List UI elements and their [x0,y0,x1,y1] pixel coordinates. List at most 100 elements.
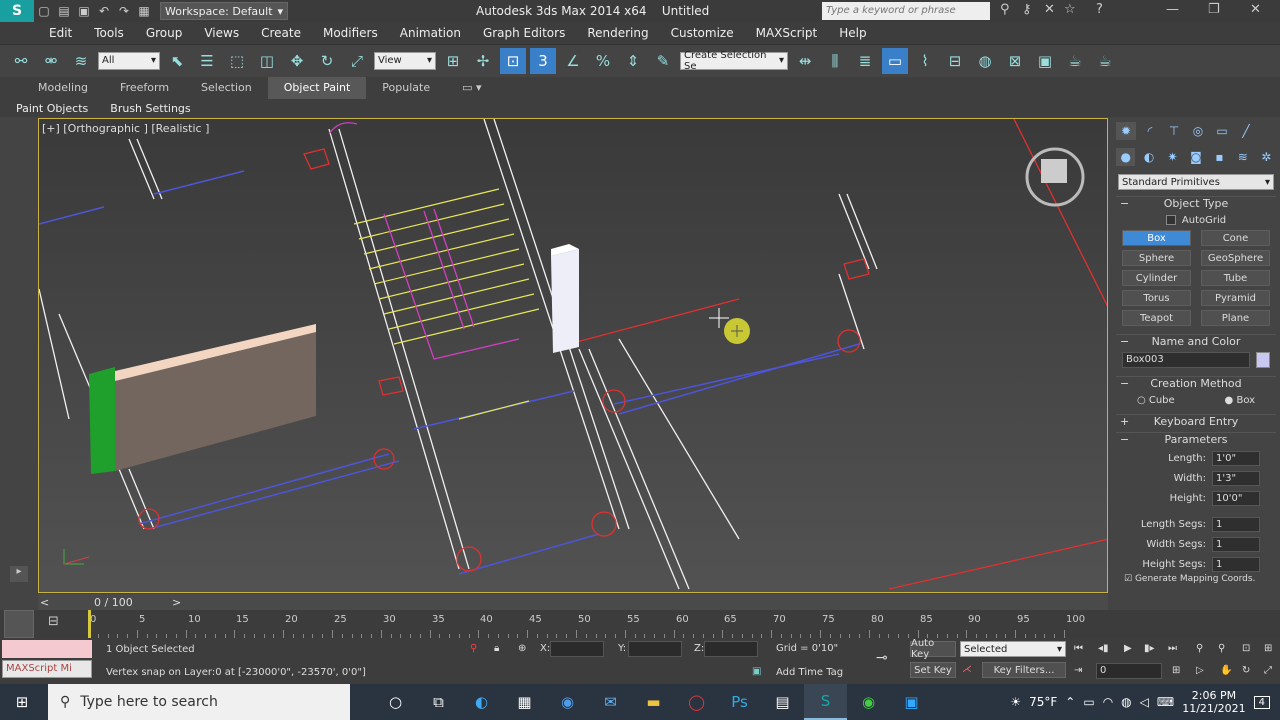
expand-arrow-icon[interactable]: ▸ [10,566,28,582]
box-radio[interactable]: ● Box [1225,395,1256,406]
teapot-button[interactable]: Teapot [1122,310,1191,326]
lock-selection-icon[interactable]: 🔒︎ [494,643,499,654]
current-frame-marker[interactable] [88,610,91,638]
length-spinner[interactable]: 1'0" [1212,450,1260,466]
opera-icon[interactable]: ◯ [675,684,718,720]
track-bar[interactable]: ⊟ 0 5 10 15 20 25 30 35 40 45 50 55 60 65 70 75 80 85 90 95… [0,610,1280,638]
time-next-icon[interactable]: > [172,596,181,609]
tab-freeform[interactable]: Freeform [104,77,185,99]
orbit-icon[interactable]: ↻ [1242,665,1250,676]
reference-coordinate-dropdown[interactable]: View ▾ [374,51,436,70]
edge-icon[interactable]: ◐ [460,684,503,720]
width-segs-spinner[interactable]: 1 [1212,536,1260,552]
menu-edit[interactable]: Edit [38,26,83,40]
zoom-all-icon[interactable]: ⚲ [1218,643,1225,654]
height-spinner[interactable]: 10'0" [1212,490,1260,506]
mail-icon[interactable]: ✉ [589,684,632,720]
rendered-frame-icon[interactable]: ▣ [1032,48,1058,74]
tab-object-paint[interactable]: Object Paint [267,77,367,99]
mini-curve-icon[interactable] [4,610,34,638]
menu-modifiers[interactable]: Modifiers [312,26,389,40]
key-icon[interactable]: ⚷ [1022,2,1032,17]
z-coordinate-field[interactable] [704,641,758,657]
auto-key-button[interactable]: Auto Key [910,638,956,660]
windows-start-icon[interactable]: ⊞ [0,684,44,720]
weather-icon[interactable]: ☀ [1010,695,1021,709]
play-icon[interactable]: ▶ [1124,643,1132,654]
maxscript-mini-listener[interactable]: MAXScript Mi [2,660,92,678]
rollout-parameters[interactable]: − Parameters [1116,432,1276,446]
maximize-viewport-icon[interactable]: ⤢ [1264,665,1272,676]
set-key-icon[interactable]: ⋌ [962,664,972,675]
set-key-button[interactable]: Set Key [910,662,956,678]
menu-help[interactable]: Help [828,26,877,40]
star-icon[interactable]: ☆ [1064,2,1076,17]
cone-button[interactable]: Cone [1201,230,1270,246]
keyboard-shortcut-override-icon[interactable]: ⊡ [500,47,526,74]
rollout-object-type[interactable]: − Object Type [1116,196,1276,210]
window-crossing-icon[interactable]: ◫ [254,48,280,74]
ribbon-toggle-icon[interactable]: ▭ [882,47,908,74]
keyboard-icon[interactable]: ⌨ [1157,695,1174,709]
pivot-center-icon[interactable]: ⊞ [440,48,466,74]
rotate-icon[interactable]: ↻ [314,48,340,74]
rollout-name-and-color[interactable]: − Name and Color [1116,334,1276,348]
tube-button[interactable]: Tube [1201,270,1270,286]
save-icon[interactable]: ▣ [74,2,94,20]
absolute-mode-icon[interactable]: ⊕ [518,643,526,654]
binoculars-icon[interactable]: ⚲ [1000,2,1010,17]
zoom-extents-all-icon[interactable]: ⊞ [1264,643,1272,654]
isolate-icon[interactable]: ⚲ [470,643,477,654]
go-to-end-icon[interactable]: ⏭ [1168,643,1177,654]
taskbar-search-input[interactable]: ⚲ Type here to search [48,684,350,720]
zoom-extents-icon[interactable]: ⊡ [1242,643,1250,654]
geosphere-button[interactable]: GeoSphere [1201,250,1270,266]
object-name-input[interactable]: Box003 [1122,352,1250,368]
menu-maxscript[interactable]: MAXScript [745,26,829,40]
torus-button[interactable]: Torus [1122,290,1191,306]
helpers-icon[interactable]: ▪ [1210,148,1229,166]
layer-manager-icon[interactable]: ≣ [852,48,878,74]
select-manipulate-icon[interactable]: ✢ [470,48,496,74]
files-icon[interactable]: ▤ [761,684,804,720]
render-setup-icon[interactable]: ⊠ [1002,48,1028,74]
time-tag-icon[interactable]: ▣ [752,666,761,677]
project-folder-icon[interactable]: ▦ [134,2,154,20]
clock[interactable]: 2:06 PM 11/21/2021 [1182,689,1245,715]
time-config-icon[interactable]: ⊞ [1172,665,1180,676]
ribbon-options-icon[interactable]: ▭ ▾ [446,77,497,99]
height-segs-spinner[interactable]: 1 [1212,556,1260,572]
tab-populate[interactable]: Populate [366,77,446,99]
cortana-icon[interactable]: ○ [374,684,417,720]
menu-create[interactable]: Create [250,26,312,40]
spinner-snap-icon[interactable]: ⇕ [620,48,646,74]
filter-icon[interactable]: ⊟ [48,614,68,634]
align-icon[interactable]: ⫼ [822,48,848,74]
key-mode-icon[interactable]: ⊸ [876,650,888,666]
undo-icon[interactable]: ↶ [94,2,114,20]
minimize-icon[interactable]: — [1166,2,1179,17]
display-panel-icon[interactable]: ▭ [1212,122,1232,140]
material-editor-icon[interactable]: ◍ [972,48,998,74]
menu-rendering[interactable]: Rendering [576,26,659,40]
redo-icon[interactable]: ↷ [114,2,134,20]
add-time-tag[interactable]: Add Time Tag [776,667,843,678]
open-file-icon[interactable]: ▤ [54,2,74,20]
menu-tools[interactable]: Tools [83,26,135,40]
bind-space-warp-icon[interactable]: ≋ [68,48,94,74]
modify-panel-icon[interactable]: ◜ [1140,122,1160,140]
space-warps-icon[interactable]: ≋ [1233,148,1252,166]
key-filters-button[interactable]: Key Filters... [982,662,1066,678]
curve-editor-icon[interactable]: ⌇ [912,48,938,74]
render-production-icon[interactable]: ☕ [1062,48,1088,74]
chrome-icon[interactable]: ◉ [847,684,890,720]
panel-paint-objects[interactable]: Paint Objects [10,102,94,115]
systems-icon[interactable]: ✲ [1257,148,1276,166]
store-icon[interactable]: ▦ [503,684,546,720]
notification-icon[interactable]: 4 [1253,695,1270,709]
utilities-panel-icon[interactable]: ╱ [1236,122,1256,140]
new-file-icon[interactable]: ▢ [34,2,54,20]
rollout-creation-method[interactable]: − Creation Method [1116,376,1276,390]
restore-icon[interactable]: ❐ [1208,2,1220,17]
render-iterative-icon[interactable]: ☕ [1092,48,1118,74]
